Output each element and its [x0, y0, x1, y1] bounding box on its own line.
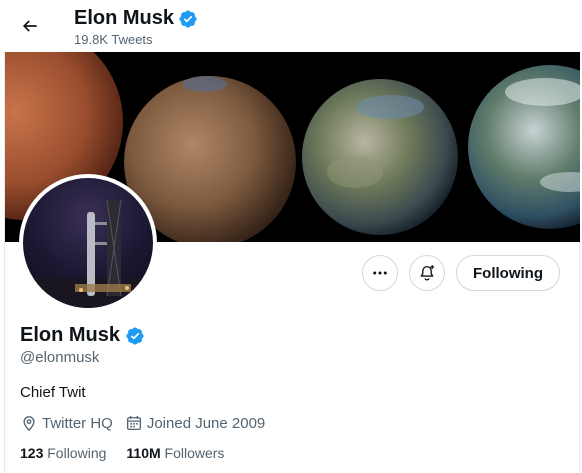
following-label: Following	[47, 445, 107, 461]
location-text: Twitter HQ	[42, 414, 113, 432]
joined-item: Joined June 2009	[125, 414, 265, 432]
header-name: Elon Musk	[74, 7, 175, 29]
avatar-picture	[23, 199, 153, 308]
location-icon	[23, 416, 35, 432]
avatar[interactable]	[19, 174, 157, 312]
verified-badge-icon	[179, 9, 197, 28]
back-button[interactable]	[14, 10, 46, 42]
notifications-button[interactable]	[409, 255, 446, 291]
followers-link[interactable]: 110M Followers	[126, 445, 224, 461]
following-link[interactable]: 123 Following	[20, 445, 106, 461]
verified-badge-icon	[126, 326, 144, 345]
arrow-left-icon	[22, 20, 37, 32]
location-item: Twitter HQ	[20, 414, 113, 432]
profile-handle: @elonmusk	[20, 349, 100, 366]
following-button[interactable]: Following	[456, 255, 560, 291]
following-count: 123	[20, 445, 44, 461]
followers-label: Followers	[164, 445, 225, 461]
profile-actions: Following	[362, 255, 560, 291]
profile-name: Elon Musk	[20, 324, 145, 347]
avatar-image	[23, 178, 153, 308]
tweet-count: 19.8K Tweets	[74, 32, 153, 47]
calendar-icon	[126, 415, 141, 431]
more-button[interactable]	[362, 255, 399, 291]
bell-plus-icon	[420, 265, 435, 281]
more-icon	[373, 271, 387, 275]
profile-header-bar: Elon Musk 19.8K Tweets	[0, 0, 582, 52]
profile-display-name: Elon Musk	[20, 324, 121, 346]
profile-stats: 123 Following 110M Followers	[20, 445, 224, 461]
profile-bio: Chief Twit	[20, 384, 86, 401]
joined-text: Joined June 2009	[146, 414, 266, 432]
followers-count: 110M	[126, 445, 161, 461]
header-title: Elon Musk	[74, 7, 198, 30]
profile-meta: Twitter HQ Joined June 2009	[20, 414, 265, 432]
